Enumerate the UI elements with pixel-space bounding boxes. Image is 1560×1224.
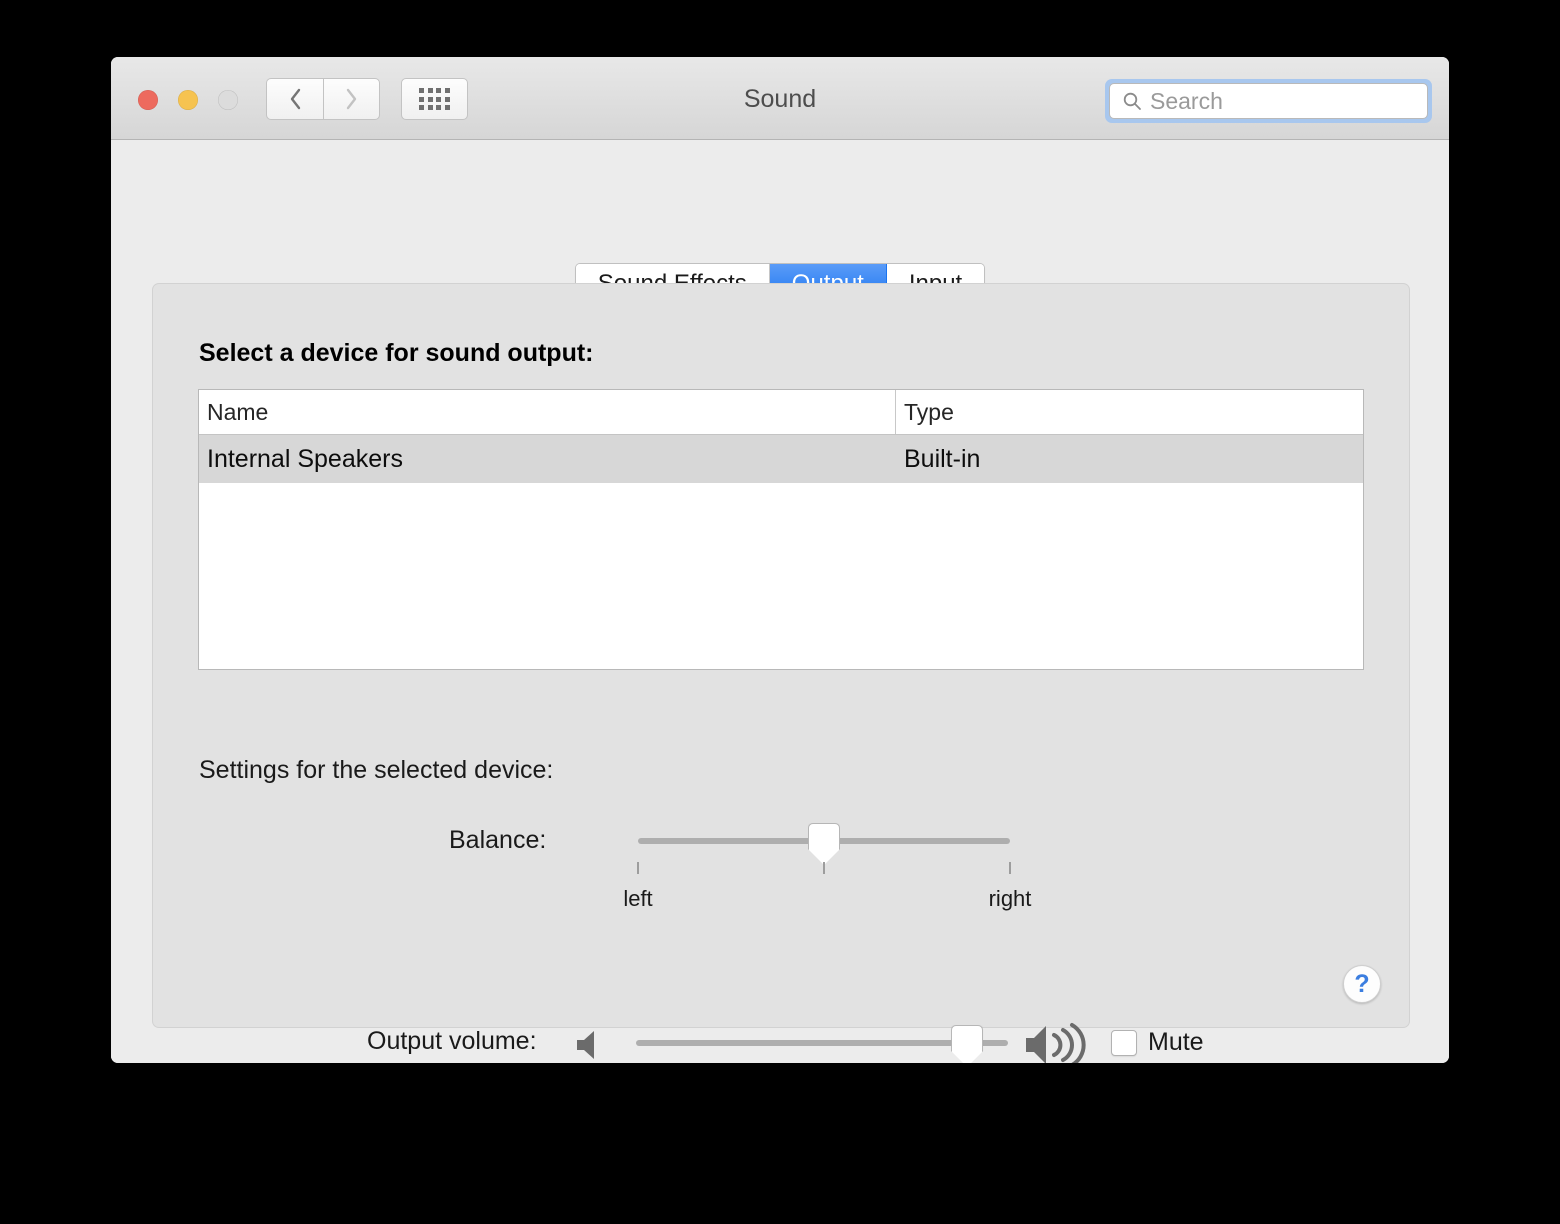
speaker-low-icon [577,1031,594,1059]
search-field-focus-ring: Search [1105,79,1432,123]
table-header-row: Name Type [199,390,1363,435]
balance-left-label: left [623,886,653,911]
balance-slider-ticks [637,862,1011,874]
column-header-name[interactable]: Name [199,390,896,434]
search-icon [1123,92,1141,110]
device-type-cell: Built-in [904,444,981,473]
balance-slider-thumb[interactable] [808,823,840,865]
help-button[interactable]: ? [1343,965,1381,1003]
mute-control[interactable]: Mute [1111,1028,1204,1057]
window-body: Sound Effects Output Input Select a devi… [111,140,1449,1063]
search-placeholder: Search [1150,87,1223,114]
balance-label: Balance: [449,826,547,854]
speaker-high-icon [1026,1023,1086,1063]
output-volume-row: Output volume: Mute [111,1014,1449,1063]
balance-right-label: right [988,886,1032,911]
settings-label: Settings for the selected device: [199,756,554,784]
device-name-cell: Internal Speakers [207,444,403,473]
panel-heading: Select a device for sound output: [199,339,594,367]
device-table[interactable]: Name Type Internal Speakers Built-in [198,389,1364,670]
window-titlebar: Sound Search [111,57,1449,140]
search-input[interactable]: Search [1109,83,1428,119]
output-settings-panel: Select a device for sound output: Name T… [152,283,1410,1028]
mute-checkbox[interactable] [1111,1029,1137,1056]
mute-label: Mute [1148,1028,1204,1056]
output-volume-label: Output volume: [367,1027,537,1055]
table-row[interactable]: Internal Speakers Built-in [199,435,1363,483]
column-header-type[interactable]: Type [896,390,1363,434]
output-volume-thumb[interactable] [951,1025,984,1063]
sound-preferences-window: Sound Search Sound Effects Output Input … [111,57,1449,1063]
